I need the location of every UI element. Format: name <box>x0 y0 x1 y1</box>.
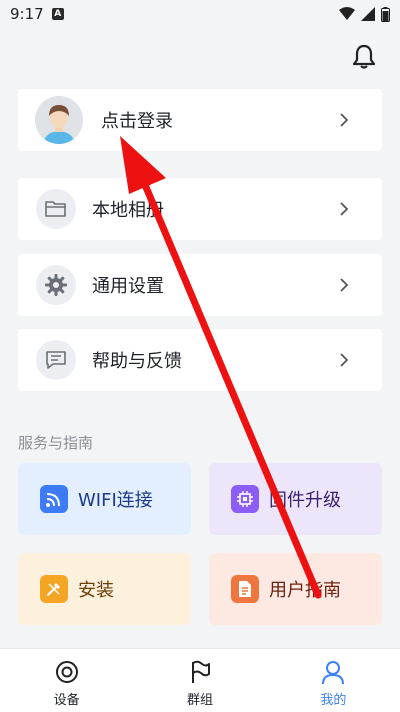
tile-install[interactable]: 安装 <box>18 553 191 625</box>
tile-firmware-upgrade[interactable]: 固件升级 <box>209 463 382 535</box>
flag-icon <box>191 660 210 683</box>
app-notification-icon: A <box>51 8 64 20</box>
status-bar: 9:17 A <box>0 0 400 28</box>
user-avatar <box>35 96 83 144</box>
tab-mine[interactable]: 我的 <box>267 649 400 712</box>
tab-devices[interactable]: 设备 <box>0 649 133 712</box>
tab-groups[interactable]: 群组 <box>133 649 266 712</box>
chevron-right-icon <box>340 202 349 216</box>
tile-label: 固件升级 <box>269 490 341 511</box>
chevron-right-icon <box>340 278 349 292</box>
cell-signal-icon <box>361 7 375 21</box>
tools-icon <box>40 575 68 603</box>
wifi-signal-icon <box>339 7 355 20</box>
message-icon <box>36 340 76 380</box>
bell-icon[interactable] <box>352 44 376 70</box>
tile-wifi[interactable]: WIFI连接 <box>18 463 191 535</box>
chip-icon <box>231 485 259 513</box>
login-card[interactable]: 点击登录 <box>18 89 382 151</box>
tile-label: 用户指南 <box>269 580 341 601</box>
menu-item-local-album[interactable]: 本地相册 <box>18 178 382 240</box>
document-icon <box>231 575 259 603</box>
menu-item-label: 本地相册 <box>92 200 164 221</box>
battery-icon <box>381 6 390 22</box>
tab-label: 我的 <box>320 693 347 708</box>
chevron-right-icon <box>340 353 349 367</box>
menu-item-label: 通用设置 <box>92 276 164 297</box>
menu-item-label: 帮助与反馈 <box>92 351 182 372</box>
status-right <box>339 6 390 22</box>
tile-user-guide[interactable]: 用户指南 <box>209 553 382 625</box>
status-time: 9:17 <box>10 5 44 23</box>
tab-label: 群组 <box>186 693 213 708</box>
folder-icon <box>36 189 76 229</box>
tab-label: 设备 <box>53 693 80 708</box>
login-label: 点击登录 <box>101 111 173 132</box>
wifi-icon <box>40 485 68 513</box>
device-icon <box>55 661 78 683</box>
bottom-tab-bar: 设备 群组 我的 <box>0 648 400 712</box>
person-icon <box>322 661 345 685</box>
tile-label: WIFI连接 <box>78 490 153 511</box>
gear-icon <box>36 265 76 305</box>
status-left: 9:17 A <box>10 5 64 23</box>
chevron-right-icon <box>340 113 349 127</box>
section-title-services: 服务与指南 <box>18 434 94 452</box>
menu-item-help-feedback[interactable]: 帮助与反馈 <box>18 329 382 391</box>
menu-item-settings[interactable]: 通用设置 <box>18 254 382 316</box>
tile-label: 安装 <box>78 580 114 601</box>
